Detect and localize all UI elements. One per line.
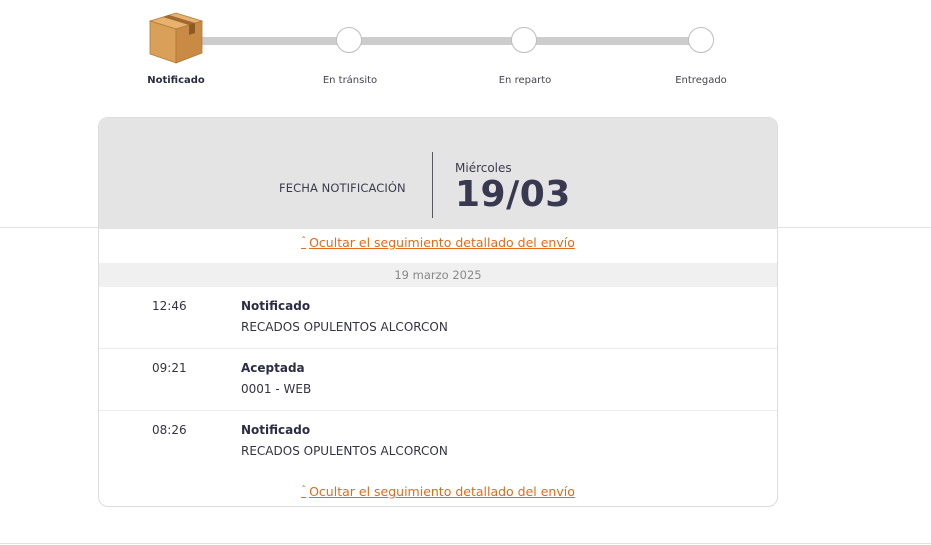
event-status: Notificado	[241, 423, 311, 437]
card-header: FECHA NOTIFICACIÓN Miércoles 19/03	[99, 118, 777, 229]
event-status: Notificado	[241, 299, 311, 313]
event-place: RECADOS OPULENTOS ALCORCON	[241, 320, 448, 334]
event-place: 0001 - WEB	[241, 382, 312, 396]
step-label-notificado: Notificado	[147, 75, 205, 86]
hide-tracking-link-top[interactable]: ˆ Ocultar el seguimiento detallado del en…	[99, 235, 777, 250]
step-circle-en-transito	[336, 27, 362, 53]
event-time: 12:46	[152, 299, 187, 313]
notification-date: 19/03	[455, 174, 571, 215]
event-row: 09:21 Aceptada 0001 - WEB	[99, 349, 777, 411]
event-place: RECADOS OPULENTOS ALCORCON	[241, 444, 448, 458]
progress-track	[176, 37, 700, 45]
package-box-icon	[148, 12, 204, 64]
notification-date-label: FECHA NOTIFICACIÓN	[279, 181, 406, 195]
hide-tracking-link-text: Ocultar el seguimiento detallado del env…	[309, 235, 575, 250]
hide-tracking-link-bottom[interactable]: ˆ Ocultar el seguimiento detallado del en…	[99, 484, 777, 499]
date-band: 19 marzo 2025	[99, 263, 777, 287]
step-circle-entregado	[688, 27, 714, 53]
chevron-up-icon: ˆ	[301, 236, 307, 247]
tracking-card: FECHA NOTIFICACIÓN Miércoles 19/03 ˆ Ocul…	[98, 117, 778, 507]
hide-tracking-link-text: Ocultar el seguimiento detallado del env…	[309, 484, 575, 499]
event-status: Aceptada	[241, 361, 305, 375]
step-label-entregado: Entregado	[675, 75, 727, 86]
event-row: 08:26 Notificado RECADOS OPULENTOS ALCOR…	[99, 411, 777, 473]
notification-weekday: Miércoles	[455, 161, 512, 175]
page-divider-bottom	[0, 543, 931, 544]
chevron-up-icon: ˆ	[301, 485, 307, 496]
event-time: 09:21	[152, 361, 187, 375]
step-circle-en-reparto	[511, 27, 537, 53]
step-label-en-transito: En tránsito	[322, 75, 378, 86]
step-label-en-reparto: En reparto	[498, 75, 552, 86]
event-time: 08:26	[152, 423, 187, 437]
event-row: 12:46 Notificado RECADOS OPULENTOS ALCOR…	[99, 287, 777, 349]
header-divider	[432, 152, 433, 218]
